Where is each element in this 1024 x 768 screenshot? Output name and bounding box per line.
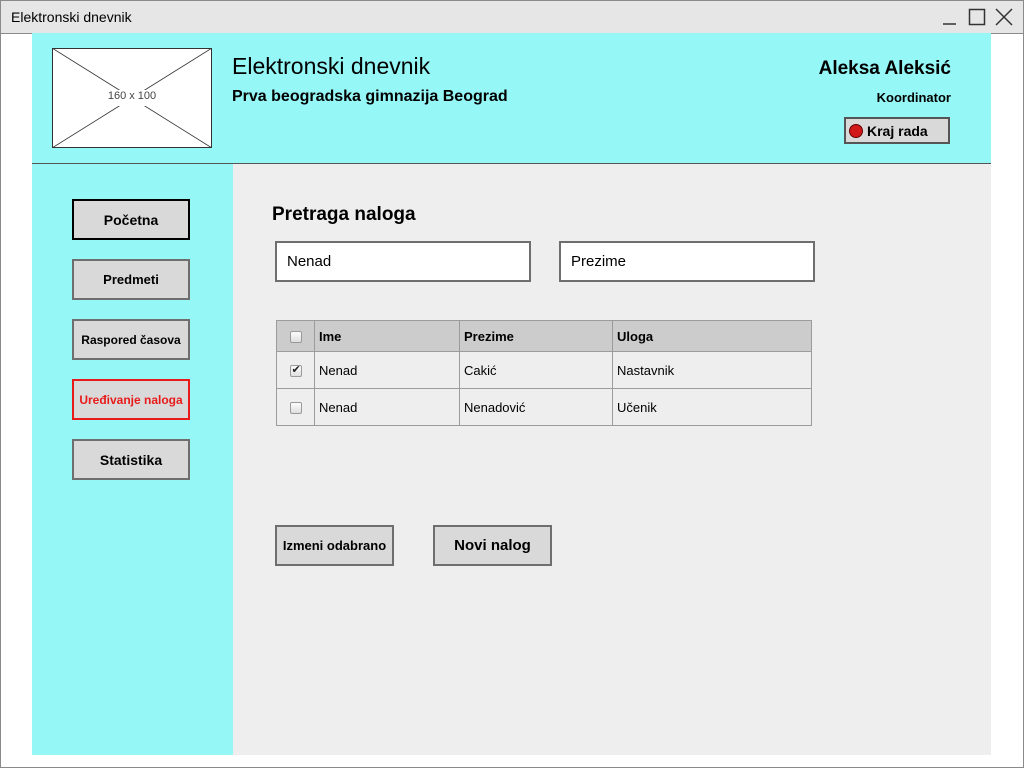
cell-prezime: Cakić bbox=[459, 351, 613, 389]
first-name-field[interactable]: Nenad bbox=[275, 241, 531, 282]
logo-placeholder-label: 160 x 100 bbox=[107, 90, 157, 102]
column-header-ime[interactable]: Ime bbox=[314, 320, 460, 352]
minimize-icon[interactable] bbox=[940, 7, 960, 27]
select-all-checkbox[interactable] bbox=[289, 331, 302, 344]
header: 160 x 100 Elektronski dnevnik Prva beogr… bbox=[32, 33, 991, 164]
sidebar-item-label: Uređivanje naloga bbox=[79, 392, 183, 407]
last-name-field[interactable]: Prezime bbox=[559, 241, 815, 282]
maximize-icon[interactable] bbox=[967, 7, 987, 27]
edit-selected-button[interactable]: Izmeni odabrano bbox=[275, 525, 394, 566]
cell-uloga: Nastavnik bbox=[612, 351, 812, 389]
row-select-cell bbox=[276, 388, 315, 426]
select-all-cell bbox=[276, 320, 315, 352]
logout-label: Kraj rada bbox=[867, 122, 928, 139]
main-content: Pretraga naloga Nenad Prezime Ime Prezim… bbox=[233, 164, 991, 755]
app-title: Elektronski dnevnik bbox=[232, 53, 431, 79]
new-account-button[interactable]: Novi nalog bbox=[433, 525, 552, 566]
sidebar-item-uredjivanje-naloga[interactable]: Uređivanje naloga bbox=[72, 379, 190, 420]
cell-prezime: Nenadović bbox=[459, 388, 613, 426]
table-header-row: Ime Prezime Uloga bbox=[276, 320, 812, 352]
sidebar-item-label: Početna bbox=[103, 211, 159, 228]
logout-button[interactable]: Kraj rada bbox=[844, 117, 950, 144]
row-select-cell bbox=[276, 351, 315, 389]
sidebar-item-pocetna[interactable]: Početna bbox=[72, 199, 190, 240]
sidebar-item-label: Predmeti bbox=[103, 272, 159, 287]
accounts-table: Ime Prezime Uloga Nenad Cakić Nastavnik … bbox=[276, 320, 812, 426]
window-title: Elektronski dnevnik bbox=[11, 9, 132, 25]
sidebar-item-label: Statistika bbox=[99, 451, 163, 468]
table-row[interactable]: Nenad Cakić Nastavnik bbox=[276, 351, 812, 389]
sidebar-item-predmeti[interactable]: Predmeti bbox=[72, 259, 190, 300]
sidebar-item-label: Raspored časova bbox=[81, 332, 181, 347]
logout-icon bbox=[849, 123, 863, 138]
cell-uloga: Učenik bbox=[612, 388, 812, 426]
row-checkbox[interactable] bbox=[289, 402, 302, 415]
school-name: Prva beogradska gimnazija Beograd bbox=[232, 88, 508, 105]
user-role: Koordinator bbox=[876, 90, 951, 105]
table-row[interactable]: Nenad Nenadović Učenik bbox=[276, 388, 812, 426]
row-checkbox[interactable] bbox=[289, 363, 302, 378]
column-header-prezime[interactable]: Prezime bbox=[459, 320, 613, 352]
close-icon[interactable] bbox=[994, 7, 1014, 27]
sidebar-item-raspored-casova[interactable]: Raspored časova bbox=[72, 319, 190, 360]
sidebar: Početna Predmeti Raspored časova Uređiva… bbox=[32, 164, 233, 755]
section-title: Pretraga naloga bbox=[272, 204, 416, 225]
user-name: Aleksa Aleksić bbox=[818, 58, 951, 79]
column-header-uloga[interactable]: Uloga bbox=[612, 320, 812, 352]
cell-ime: Nenad bbox=[314, 388, 460, 426]
cell-ime: Nenad bbox=[314, 351, 460, 389]
logo-placeholder: 160 x 100 bbox=[51, 47, 213, 149]
title-bar: Elektronski dnevnik bbox=[1, 1, 1023, 34]
sidebar-item-statistika[interactable]: Statistika bbox=[72, 439, 190, 480]
